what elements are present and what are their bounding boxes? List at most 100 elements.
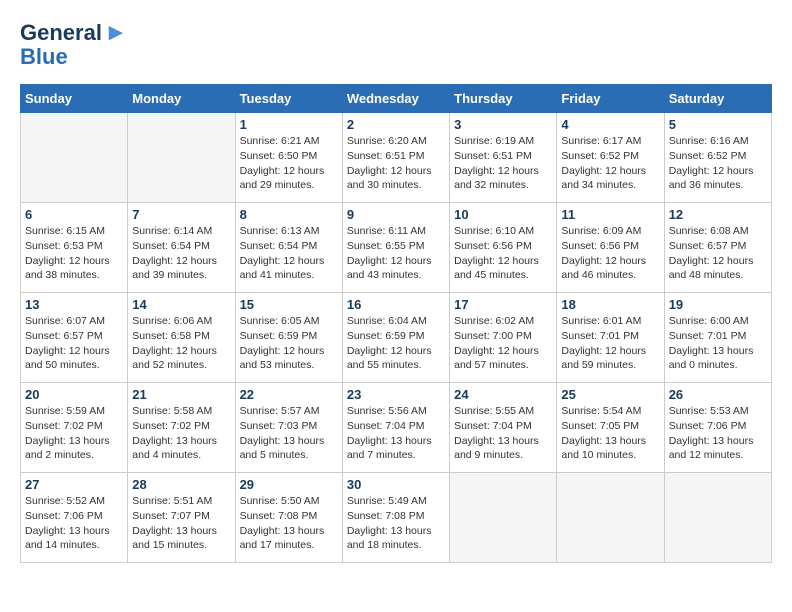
calendar-cell: 29Sunrise: 5:50 AM Sunset: 7:08 PM Dayli…: [235, 473, 342, 563]
day-number: 16: [347, 297, 445, 312]
day-info: Sunrise: 5:58 AM Sunset: 7:02 PM Dayligh…: [132, 404, 230, 463]
calendar-cell: [664, 473, 771, 563]
day-info: Sunrise: 5:57 AM Sunset: 7:03 PM Dayligh…: [240, 404, 338, 463]
logo-text: General►: [20, 20, 128, 46]
calendar-header-row: SundayMondayTuesdayWednesdayThursdayFrid…: [21, 85, 772, 113]
day-info: Sunrise: 6:02 AM Sunset: 7:00 PM Dayligh…: [454, 314, 552, 373]
day-info: Sunrise: 5:51 AM Sunset: 7:07 PM Dayligh…: [132, 494, 230, 553]
calendar-cell: 18 Sunrise: 6:01 AM Sunset: 7:01 PM Dayli…: [557, 293, 664, 383]
day-number: 13: [25, 297, 123, 312]
day-info: Sunrise: 5:54 AM Sunset: 7:05 PM Dayligh…: [561, 404, 659, 463]
calendar-cell: 6 Sunrise: 6:15 AM Sunset: 6:53 PM Daylig…: [21, 203, 128, 293]
day-info: Sunrise: 6:10 AM Sunset: 6:56 PM Dayligh…: [454, 224, 552, 283]
logo: General► Blue: [20, 20, 128, 68]
calendar-cell: 17 Sunrise: 6:02 AM Sunset: 7:00 PM Dayli…: [450, 293, 557, 383]
day-number: 9: [347, 207, 445, 222]
calendar-cell: 26 Sunrise: 5:53 AM Sunset: 7:06 PM Dayli…: [664, 383, 771, 473]
day-info: Sunrise: 6:09 AM Sunset: 6:56 PM Dayligh…: [561, 224, 659, 283]
calendar-week-row: 27 Sunrise: 5:52 AM Sunset: 7:06 PM Dayli…: [21, 473, 772, 563]
day-number: 21: [132, 387, 230, 402]
calendar-cell: 14 Sunrise: 6:06 AM Sunset: 6:58 PM Dayli…: [128, 293, 235, 383]
weekday-header: Tuesday: [235, 85, 342, 113]
day-info: Sunrise: 5:53 AM Sunset: 7:06 PM Dayligh…: [669, 404, 767, 463]
day-number: 7: [132, 207, 230, 222]
day-number: 30: [347, 477, 445, 492]
calendar-cell: 4 Sunrise: 6:17 AM Sunset: 6:52 PM Daylig…: [557, 113, 664, 203]
calendar-cell: [557, 473, 664, 563]
calendar-cell: 10 Sunrise: 6:10 AM Sunset: 6:56 PM Dayli…: [450, 203, 557, 293]
calendar-cell: [450, 473, 557, 563]
calendar-cell: 16 Sunrise: 6:04 AM Sunset: 6:59 PM Dayli…: [342, 293, 449, 383]
day-info: Sunrise: 6:21 AM Sunset: 6:50 PM Dayligh…: [240, 134, 338, 193]
calendar-cell: 27 Sunrise: 5:52 AM Sunset: 7:06 PM Dayli…: [21, 473, 128, 563]
day-info: Sunrise: 5:52 AM Sunset: 7:06 PM Dayligh…: [25, 494, 123, 553]
day-info: Sunrise: 6:06 AM Sunset: 6:58 PM Dayligh…: [132, 314, 230, 373]
calendar-week-row: 6 Sunrise: 6:15 AM Sunset: 6:53 PM Daylig…: [21, 203, 772, 293]
page-header: General► Blue: [20, 20, 772, 68]
day-info: Sunrise: 6:14 AM Sunset: 6:54 PM Dayligh…: [132, 224, 230, 283]
day-info: Sunrise: 6:08 AM Sunset: 6:57 PM Dayligh…: [669, 224, 767, 283]
calendar-cell: 20 Sunrise: 5:59 AM Sunset: 7:02 PM Dayli…: [21, 383, 128, 473]
day-number: 14: [132, 297, 230, 312]
day-number: 19: [669, 297, 767, 312]
day-info: Sunrise: 6:07 AM Sunset: 6:57 PM Dayligh…: [25, 314, 123, 373]
day-number: 12: [669, 207, 767, 222]
day-number: 26: [669, 387, 767, 402]
day-number: 28: [132, 477, 230, 492]
day-number: 18: [561, 297, 659, 312]
calendar-cell: 8 Sunrise: 6:13 AM Sunset: 6:54 PM Daylig…: [235, 203, 342, 293]
day-info: Sunrise: 6:04 AM Sunset: 6:59 PM Dayligh…: [347, 314, 445, 373]
calendar-cell: 28 Sunrise: 5:51 AM Sunset: 7:07 PM Dayli…: [128, 473, 235, 563]
logo-subtext: Blue: [20, 46, 68, 68]
day-number: 24: [454, 387, 552, 402]
day-number: 2: [347, 117, 445, 132]
day-info: Sunrise: 6:01 AM Sunset: 7:01 PM Dayligh…: [561, 314, 659, 373]
calendar-cell: 23 Sunrise: 5:56 AM Sunset: 7:04 PM Dayli…: [342, 383, 449, 473]
calendar-cell: 5 Sunrise: 6:16 AM Sunset: 6:52 PM Daylig…: [664, 113, 771, 203]
day-number: 1: [240, 117, 338, 132]
day-number: 4: [561, 117, 659, 132]
weekday-header: Monday: [128, 85, 235, 113]
calendar-table: SundayMondayTuesdayWednesdayThursdayFrid…: [20, 84, 772, 563]
day-info: Sunrise: 5:49 AM Sunset: 7:08 PM Dayligh…: [347, 494, 445, 553]
day-info: Sunrise: 5:50 AM Sunset: 7:08 PM Dayligh…: [240, 494, 338, 553]
day-number: 6: [25, 207, 123, 222]
day-number: 11: [561, 207, 659, 222]
day-number: 8: [240, 207, 338, 222]
weekday-header: Friday: [557, 85, 664, 113]
day-number: 15: [240, 297, 338, 312]
day-number: 17: [454, 297, 552, 312]
day-info: Sunrise: 6:16 AM Sunset: 6:52 PM Dayligh…: [669, 134, 767, 193]
day-info: Sunrise: 6:15 AM Sunset: 6:53 PM Dayligh…: [25, 224, 123, 283]
weekday-header: Thursday: [450, 85, 557, 113]
calendar-week-row: 13 Sunrise: 6:07 AM Sunset: 6:57 PM Dayli…: [21, 293, 772, 383]
day-number: 25: [561, 387, 659, 402]
calendar-cell: 30 Sunrise: 5:49 AM Sunset: 7:08 PM Dayli…: [342, 473, 449, 563]
day-number: 5: [669, 117, 767, 132]
day-number: 27: [25, 477, 123, 492]
calendar-cell: 11 Sunrise: 6:09 AM Sunset: 6:56 PM Dayli…: [557, 203, 664, 293]
calendar-cell: 13 Sunrise: 6:07 AM Sunset: 6:57 PM Dayli…: [21, 293, 128, 383]
day-info: Sunrise: 6:17 AM Sunset: 6:52 PM Dayligh…: [561, 134, 659, 193]
day-info: Sunrise: 6:20 AM Sunset: 6:51 PM Dayligh…: [347, 134, 445, 193]
day-info: Sunrise: 5:55 AM Sunset: 7:04 PM Dayligh…: [454, 404, 552, 463]
day-info: Sunrise: 5:56 AM Sunset: 7:04 PM Dayligh…: [347, 404, 445, 463]
day-number: 23: [347, 387, 445, 402]
day-info: Sunrise: 6:05 AM Sunset: 6:59 PM Dayligh…: [240, 314, 338, 373]
day-number: 20: [25, 387, 123, 402]
calendar-cell: 22 Sunrise: 5:57 AM Sunset: 7:03 PM Dayli…: [235, 383, 342, 473]
calendar-cell: 12 Sunrise: 6:08 AM Sunset: 6:57 PM Dayli…: [664, 203, 771, 293]
calendar-week-row: 20 Sunrise: 5:59 AM Sunset: 7:02 PM Dayli…: [21, 383, 772, 473]
day-number: 22: [240, 387, 338, 402]
day-info: Sunrise: 6:19 AM Sunset: 6:51 PM Dayligh…: [454, 134, 552, 193]
day-number: 10: [454, 207, 552, 222]
day-info: Sunrise: 6:11 AM Sunset: 6:55 PM Dayligh…: [347, 224, 445, 283]
calendar-week-row: 1 Sunrise: 6:21 AM Sunset: 6:50 PM Daylig…: [21, 113, 772, 203]
calendar-cell: [21, 113, 128, 203]
weekday-header: Wednesday: [342, 85, 449, 113]
calendar-cell: 7 Sunrise: 6:14 AM Sunset: 6:54 PM Daylig…: [128, 203, 235, 293]
day-info: Sunrise: 5:59 AM Sunset: 7:02 PM Dayligh…: [25, 404, 123, 463]
day-info: Sunrise: 6:13 AM Sunset: 6:54 PM Dayligh…: [240, 224, 338, 283]
day-number: 3: [454, 117, 552, 132]
calendar-cell: 15 Sunrise: 6:05 AM Sunset: 6:59 PM Dayli…: [235, 293, 342, 383]
